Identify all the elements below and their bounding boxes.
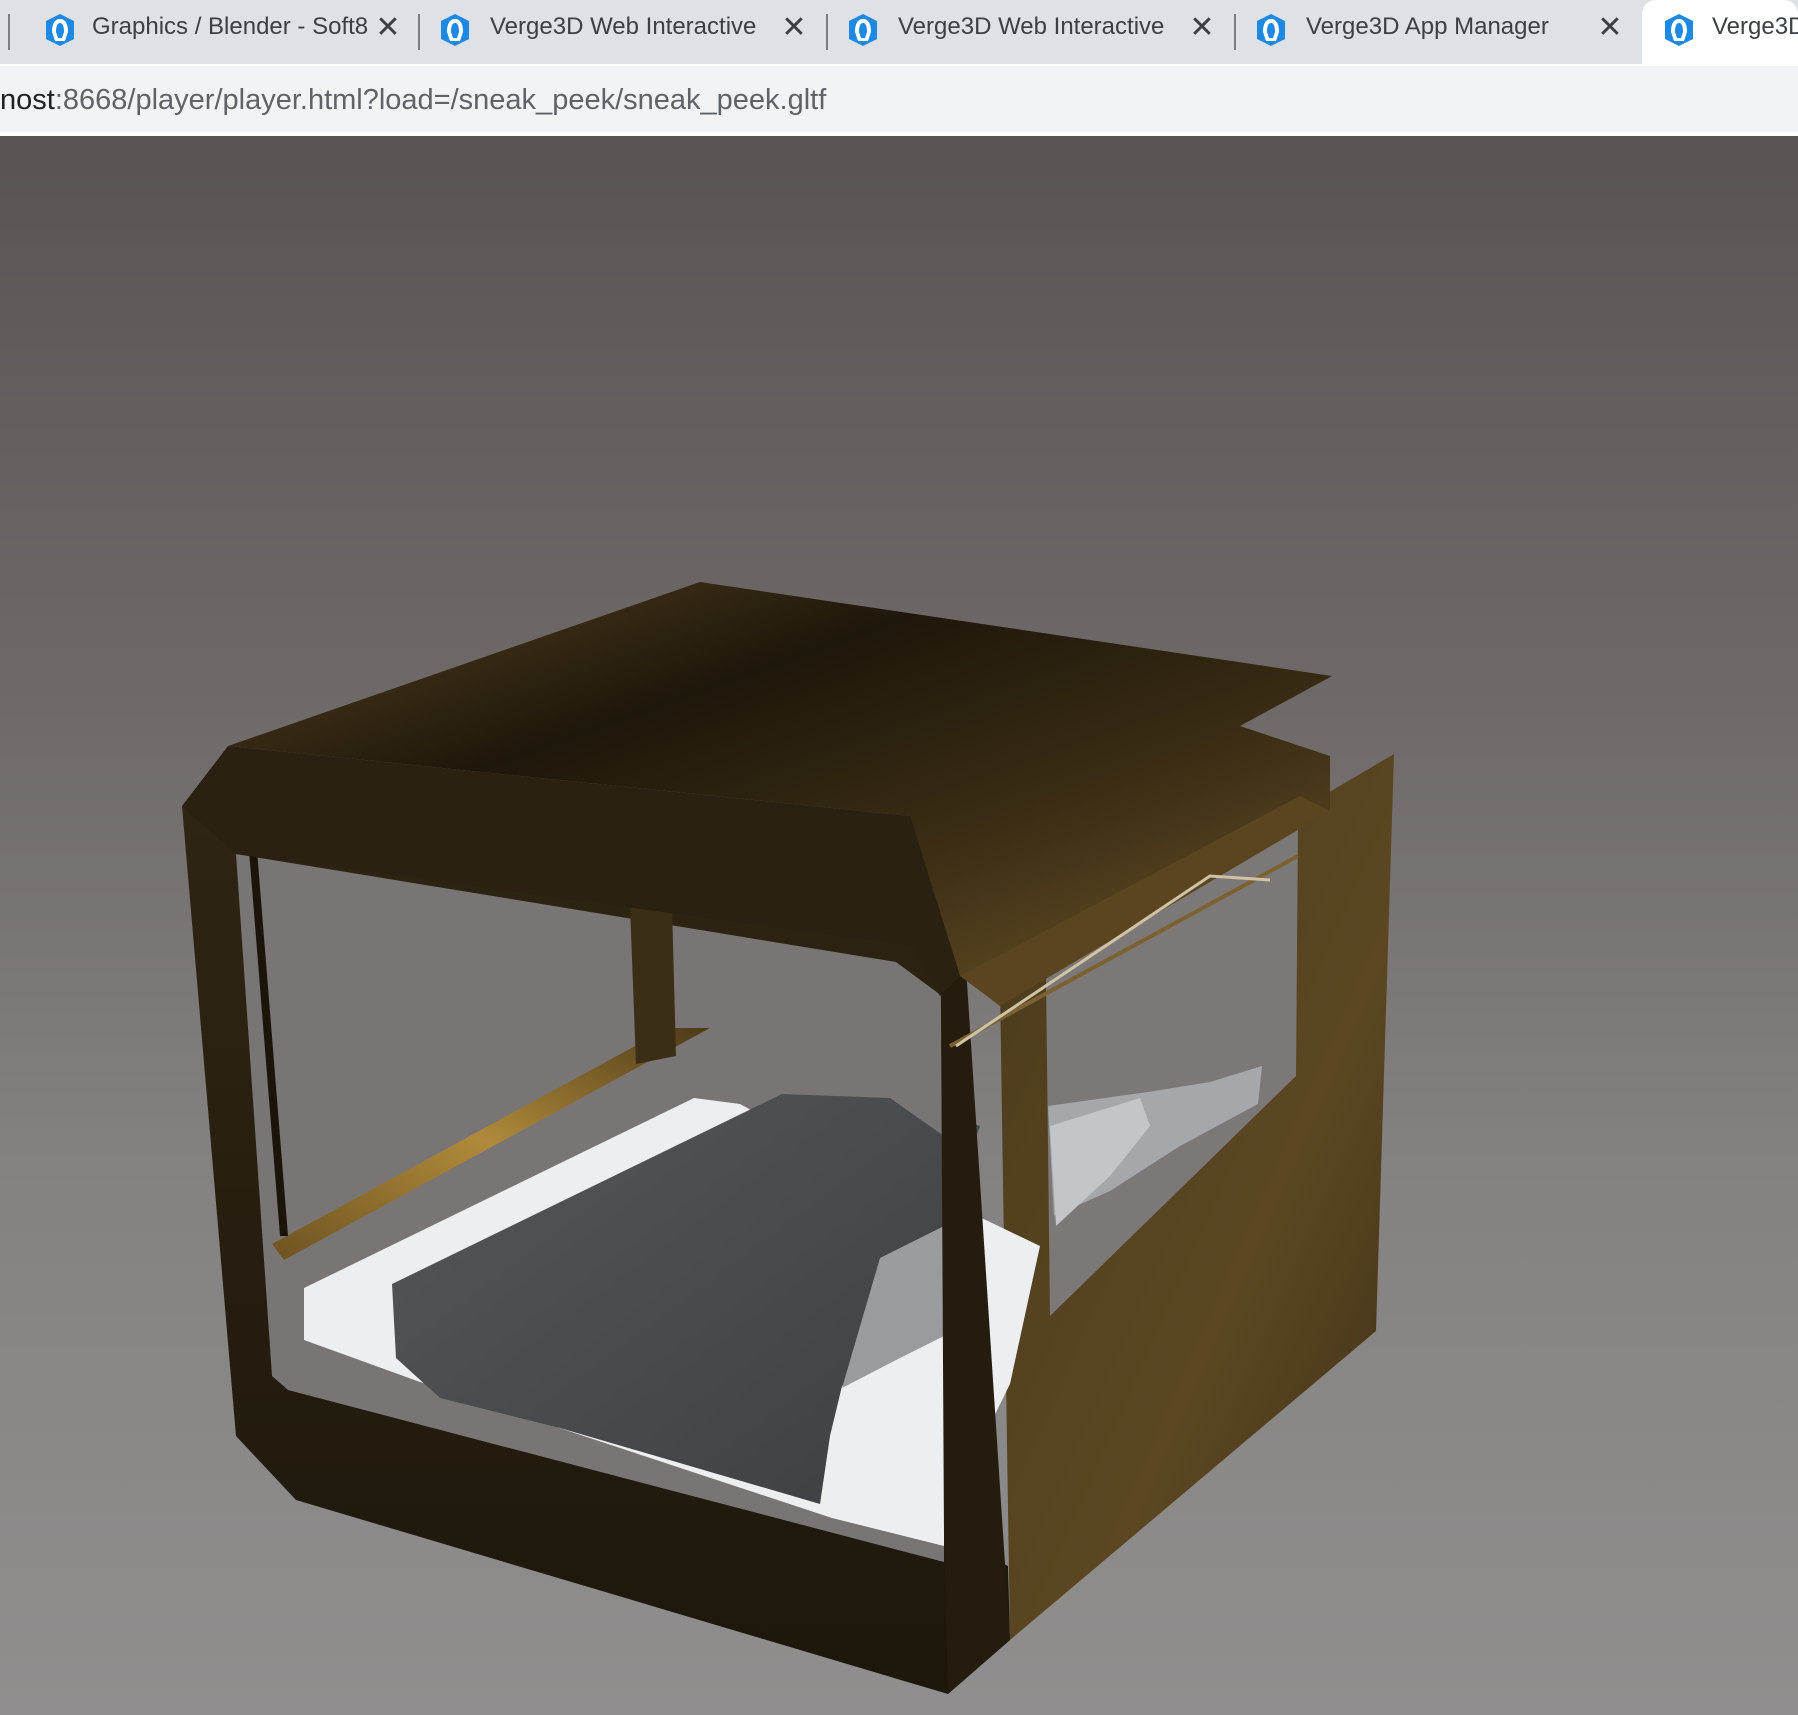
- verge3d-icon: [849, 14, 877, 46]
- close-icon[interactable]: ✕: [778, 12, 810, 44]
- close-icon[interactable]: ✕: [372, 12, 404, 44]
- close-icon[interactable]: ✕: [1594, 12, 1626, 44]
- verge3d-icon: [441, 14, 469, 46]
- tab-title: Verge3D Web Interactive: [490, 13, 757, 40]
- tab-verge3d-app-manager[interactable]: Verge3D App Manager ✕: [1234, 0, 1640, 60]
- tab-title: Verge3D: [1712, 13, 1798, 40]
- tab-verge3d-web-interactive-2[interactable]: Verge3D Web Interactive ✕: [826, 0, 1232, 60]
- tab-title: Verge3D Web Interactive: [898, 13, 1165, 40]
- canopy-bed-3d-model[interactable]: [0, 136, 1798, 1715]
- browser-toolbar: nost:8668/player/player.html?load=/sneak…: [0, 64, 1798, 136]
- address-path: :8668/player/player.html?load=/sneak_pee…: [54, 84, 827, 116]
- verge3d-icon: [1665, 14, 1693, 46]
- webgl-viewport[interactable]: [0, 136, 1798, 1715]
- tab-graphics-blender[interactable]: Graphics / Blender - Soft8 ✕: [10, 0, 410, 60]
- tab-title: Graphics / Blender - Soft8: [92, 13, 369, 40]
- tab-verge3d-active[interactable]: Verge3D: [1642, 0, 1798, 64]
- address-text[interactable]: nost:8668/player/player.html?load=/sneak…: [0, 84, 826, 117]
- tab-title: Verge3D App Manager: [1306, 13, 1549, 40]
- address-host: nost: [0, 84, 55, 116]
- tab-strip: Graphics / Blender - Soft8 ✕ Verge3D Web…: [0, 0, 1798, 64]
- verge3d-icon: [1257, 14, 1285, 46]
- verge3d-icon: [46, 14, 74, 46]
- tab-separator: [8, 14, 10, 50]
- tab-verge3d-web-interactive-1[interactable]: Verge3D Web Interactive ✕: [418, 0, 824, 60]
- close-icon[interactable]: ✕: [1186, 12, 1218, 44]
- address-bar[interactable]: nost:8668/player/player.html?load=/sneak…: [0, 66, 1798, 132]
- back-left-post-front: [630, 906, 676, 1064]
